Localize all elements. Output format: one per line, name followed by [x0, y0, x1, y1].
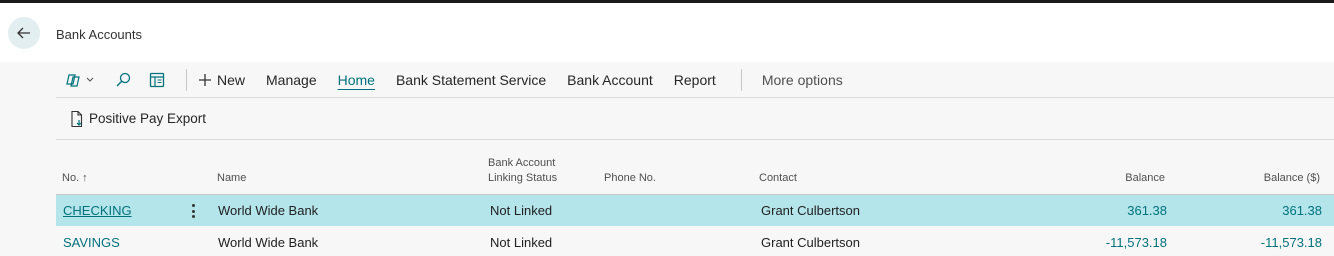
table-row[interactable]: CHECKING World Wide Bank Not Linked Gran… — [56, 195, 1334, 226]
bank-statement-service-menu[interactable]: Bank Statement Service — [396, 72, 546, 88]
manage-menu[interactable]: Manage — [266, 72, 317, 88]
document-export-icon — [71, 110, 83, 127]
row-actions-button[interactable] — [186, 202, 200, 220]
positive-pay-export-label: Positive Pay Export — [89, 111, 207, 126]
cell-no[interactable]: CHECKING — [63, 203, 132, 218]
promoted-actions-bar: Positive Pay Export — [56, 98, 1334, 140]
column-header-linking-status[interactable]: Bank Account Linking Status — [488, 156, 557, 186]
column-header-no[interactable]: No. ↑ — [62, 171, 88, 186]
cell-balance[interactable]: -11,573.18 — [1106, 235, 1167, 250]
positive-pay-export-button[interactable]: Positive Pay Export — [69, 110, 206, 128]
separator — [740, 68, 742, 91]
page-header: Bank Accounts — [0, 3, 1334, 62]
more-vertical-icon — [191, 204, 195, 207]
column-header-linking-status-line2: Linking Status — [488, 172, 558, 184]
column-header-linking-status-line1: Bank Account — [488, 157, 556, 169]
cell-balance[interactable]: 361.38 — [1127, 203, 1167, 218]
bank-account-menu[interactable]: Bank Account — [567, 72, 653, 88]
separator — [186, 68, 187, 91]
new-button[interactable]: New — [197, 72, 245, 88]
page-title: Bank Accounts — [56, 27, 142, 42]
column-header-contact[interactable]: Contact — [759, 171, 797, 186]
cell-contact: Grant Culbertson — [761, 203, 860, 218]
search-button[interactable] — [114, 71, 132, 89]
filter-pane-button[interactable] — [148, 71, 166, 89]
table-row[interactable]: SAVINGS World Wide Bank Not Linked Grant… — [56, 227, 1334, 256]
column-header-balance[interactable]: Balance — [1125, 171, 1165, 186]
report-menu[interactable]: Report — [674, 72, 716, 88]
back-button[interactable] — [8, 17, 40, 49]
cell-balance-usd[interactable]: 361.38 — [1282, 203, 1322, 218]
views-button[interactable] — [66, 72, 96, 88]
column-header-phone[interactable]: Phone No. — [604, 171, 656, 186]
home-tab[interactable]: Home — [338, 72, 375, 88]
more-options-button[interactable]: More options — [762, 72, 843, 88]
cell-balance-usd[interactable]: -11,573.18 — [1261, 235, 1322, 250]
filter-pane-icon — [149, 72, 165, 87]
views-icon — [66, 73, 94, 87]
plus-icon — [199, 73, 211, 86]
column-header-name[interactable]: Name — [217, 171, 246, 186]
column-header-balance-usd[interactable]: Balance ($) — [1264, 171, 1320, 186]
action-bar: New Manage Home Bank Statement Service B… — [56, 62, 1334, 98]
new-label: New — [217, 71, 246, 88]
cell-contact: Grant Culbertson — [761, 235, 860, 250]
search-icon — [116, 72, 131, 86]
cell-linking-status: Not Linked — [490, 235, 553, 250]
table-header: No. ↑ Name Bank Account Linking Status P… — [56, 154, 1334, 195]
cell-name: World Wide Bank — [218, 235, 319, 250]
arrow-left-icon — [17, 27, 30, 39]
content-area: New Manage Home Bank Statement Service B… — [0, 62, 1334, 256]
cell-linking-status: Not Linked — [490, 203, 553, 218]
cell-name: World Wide Bank — [218, 203, 319, 218]
cell-no[interactable]: SAVINGS — [63, 235, 120, 250]
